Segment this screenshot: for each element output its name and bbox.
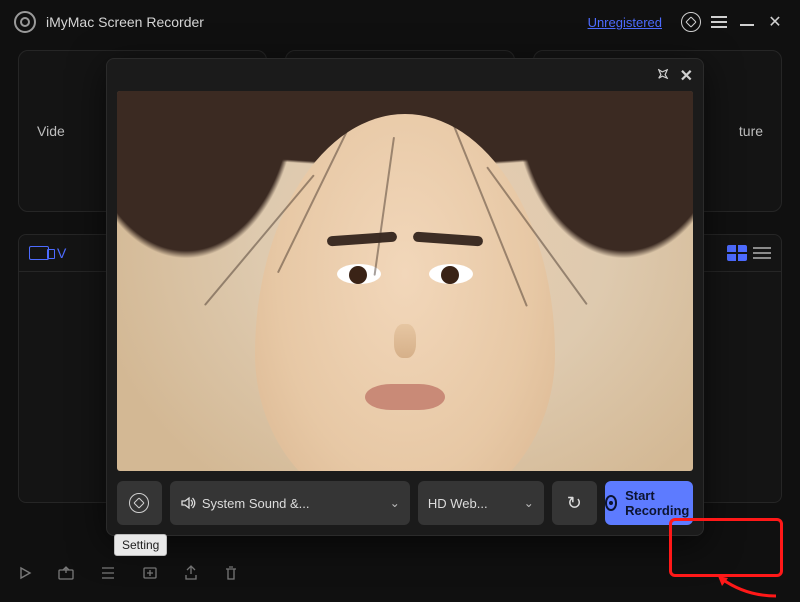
recordings-label: V bbox=[57, 245, 66, 261]
share-icon[interactable] bbox=[184, 565, 198, 584]
audio-source-label: System Sound &... bbox=[202, 496, 310, 511]
close-icon[interactable]: ✕ bbox=[680, 66, 693, 86]
delete-icon[interactable] bbox=[224, 565, 238, 584]
export-icon[interactable] bbox=[58, 566, 74, 583]
webcam-modal: ✕ System Sound &... bbox=[106, 58, 704, 536]
pin-icon[interactable] bbox=[656, 67, 670, 86]
footer-toolbar bbox=[18, 565, 238, 584]
titlebar: iMyMac Screen Recorder Unregistered ✕ bbox=[0, 0, 800, 44]
webcam-preview bbox=[117, 91, 693, 471]
menu-icon[interactable] bbox=[708, 11, 730, 33]
refresh-button[interactable]: ↻ bbox=[552, 481, 597, 525]
start-recording-label: Start Recording bbox=[625, 488, 693, 518]
camera-icon bbox=[29, 246, 49, 260]
webcam-source-label: HD Web... bbox=[428, 496, 488, 511]
app-title: iMyMac Screen Recorder bbox=[46, 14, 204, 30]
modal-titlebar: ✕ bbox=[107, 59, 703, 89]
chevron-down-icon: ⌄ bbox=[390, 496, 400, 510]
webcam-source-select[interactable]: HD Web... ⌄ bbox=[418, 481, 544, 525]
speaker-icon bbox=[180, 495, 196, 511]
record-icon bbox=[605, 495, 617, 511]
app-logo-icon bbox=[14, 11, 36, 33]
unregistered-link[interactable]: Unregistered bbox=[588, 15, 662, 30]
settings-tooltip: Setting bbox=[114, 534, 167, 556]
play-icon[interactable] bbox=[18, 566, 32, 583]
mode-card-label: Vide bbox=[37, 123, 65, 139]
grid-view-icon[interactable] bbox=[727, 245, 747, 261]
annotation-arrow bbox=[716, 576, 778, 598]
modal-settings-button[interactable] bbox=[117, 481, 162, 525]
audio-source-select[interactable]: System Sound &... ⌄ bbox=[170, 481, 410, 525]
mode-card-label: ture bbox=[739, 123, 763, 139]
minimize-icon[interactable] bbox=[736, 11, 758, 33]
rename-icon[interactable] bbox=[100, 566, 116, 583]
settings-gear-icon[interactable] bbox=[680, 11, 702, 33]
modal-toolbar: System Sound &... ⌄ HD Web... ⌄ ↻ Start … bbox=[117, 481, 693, 525]
folder-icon[interactable] bbox=[142, 566, 158, 583]
chevron-down-icon: ⌄ bbox=[524, 496, 534, 510]
start-recording-button[interactable]: Start Recording bbox=[605, 481, 693, 525]
close-icon[interactable]: ✕ bbox=[764, 11, 786, 33]
list-view-icon[interactable] bbox=[753, 247, 771, 259]
